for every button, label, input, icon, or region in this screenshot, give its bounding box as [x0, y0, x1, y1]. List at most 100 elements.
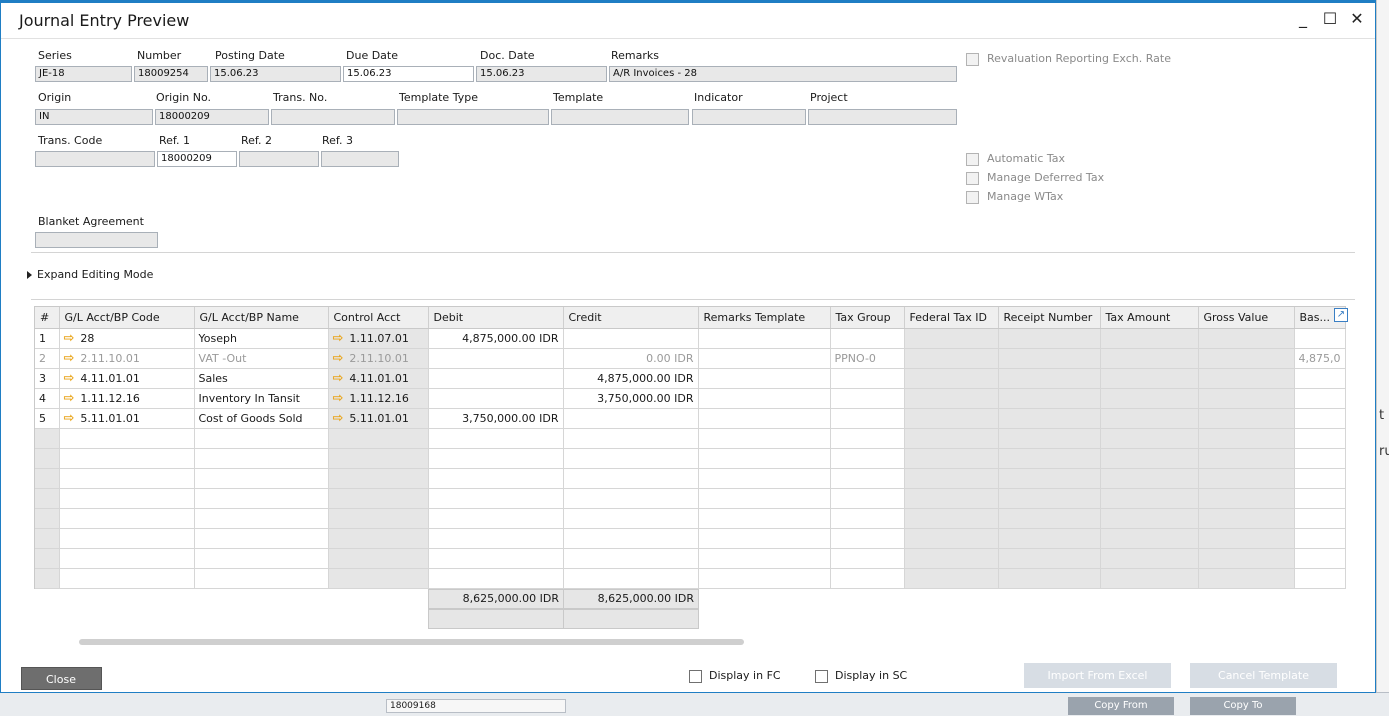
- empty-grid-cell[interactable]: [194, 528, 329, 549]
- remarks-field[interactable]: A/R Invoices - 28: [609, 66, 957, 82]
- origin-no-field[interactable]: 18000209: [155, 109, 269, 125]
- empty-grid-cell[interactable]: [59, 568, 195, 589]
- empty-grid-cell[interactable]: [904, 508, 999, 529]
- empty-grid-cell[interactable]: [563, 548, 699, 569]
- account-name-cell[interactable]: Cost of Goods Sold: [194, 408, 329, 429]
- table-row[interactable]: [35, 548, 1346, 569]
- manage-wtax-checkbox[interactable]: [966, 191, 979, 204]
- empty-grid-cell[interactable]: [563, 568, 699, 589]
- empty-grid-cell[interactable]: [328, 548, 429, 569]
- empty-grid-cell[interactable]: [428, 468, 564, 489]
- grid-cell[interactable]: [1100, 348, 1199, 369]
- tax-group-cell[interactable]: [830, 328, 905, 349]
- empty-grid-cell[interactable]: [563, 468, 699, 489]
- empty-grid-cell[interactable]: [698, 508, 831, 529]
- column-header-receipt-number[interactable]: Receipt Number: [998, 307, 1101, 329]
- empty-grid-cell[interactable]: [328, 468, 429, 489]
- base-cell[interactable]: [1294, 328, 1346, 349]
- link-arrow-icon[interactable]: ⇨: [333, 391, 344, 406]
- empty-grid-cell[interactable]: [1294, 508, 1346, 529]
- table-row[interactable]: 5 ⇨ 5.11.01.01 Cost of Goods Sold ⇨ 5.11.01.0…: [35, 408, 1346, 429]
- grid-cell[interactable]: [1100, 368, 1199, 389]
- manage-deferred-tax-checkbox[interactable]: [966, 172, 979, 185]
- grid-cell[interactable]: [998, 328, 1101, 349]
- empty-grid-cell[interactable]: [194, 488, 329, 509]
- grid-cell[interactable]: [904, 388, 999, 409]
- empty-grid-cell[interactable]: [35, 448, 60, 469]
- account-code-cell[interactable]: ⇨ 4.11.01.01: [59, 368, 195, 389]
- control-account-cell[interactable]: ⇨ 2.11.10.01: [328, 348, 429, 369]
- trans-no-field[interactable]: [271, 109, 395, 125]
- trans-code-field[interactable]: [35, 151, 155, 167]
- table-row[interactable]: [35, 508, 1346, 529]
- column-header-account-code[interactable]: G/L Acct/BP Code: [59, 307, 195, 329]
- empty-grid-cell[interactable]: [1198, 428, 1295, 449]
- ref1-field[interactable]: 18000209: [157, 151, 237, 167]
- empty-grid-cell[interactable]: [35, 468, 60, 489]
- grid-cell[interactable]: [1100, 328, 1199, 349]
- empty-grid-cell[interactable]: [194, 448, 329, 469]
- empty-grid-cell[interactable]: [1100, 528, 1199, 549]
- empty-grid-cell[interactable]: [59, 548, 195, 569]
- credit-cell[interactable]: 0.00 IDR: [563, 348, 699, 369]
- empty-grid-cell[interactable]: [328, 428, 429, 449]
- base-cell[interactable]: 4,875,0: [1294, 348, 1346, 369]
- empty-grid-cell[interactable]: [904, 448, 999, 469]
- ref2-field[interactable]: [239, 151, 319, 167]
- empty-grid-cell[interactable]: [1198, 448, 1295, 469]
- empty-grid-cell[interactable]: [998, 468, 1101, 489]
- column-header-tax-group[interactable]: Tax Group: [830, 307, 905, 329]
- table-row[interactable]: [35, 468, 1346, 489]
- table-row[interactable]: 3 ⇨ 4.11.01.01 Sales ⇨ 4.11.01.01 4,875,000.00…: [35, 368, 1346, 389]
- empty-grid-cell[interactable]: [428, 488, 564, 509]
- grid-cell[interactable]: [904, 368, 999, 389]
- account-code-cell[interactable]: ⇨ 1.11.12.16: [59, 388, 195, 409]
- grid-cell[interactable]: [904, 328, 999, 349]
- grid-cell[interactable]: [698, 328, 831, 349]
- empty-grid-cell[interactable]: [698, 448, 831, 469]
- grid-cell[interactable]: [998, 348, 1101, 369]
- column-header-number[interactable]: #: [35, 307, 60, 329]
- empty-grid-cell[interactable]: [830, 528, 905, 549]
- empty-grid-cell[interactable]: [830, 468, 905, 489]
- grid-cell[interactable]: [1198, 328, 1295, 349]
- indicator-field[interactable]: [692, 109, 806, 125]
- table-row[interactable]: 1 ⇨ 28 Yoseph ⇨ 1.11.07.01 4,875,000.00 IDR: [35, 328, 1346, 349]
- column-header-remarks-template[interactable]: Remarks Template: [698, 307, 831, 329]
- tax-group-cell[interactable]: [830, 368, 905, 389]
- project-field[interactable]: [808, 109, 957, 125]
- empty-grid-cell[interactable]: [1100, 428, 1199, 449]
- empty-grid-cell[interactable]: [35, 528, 60, 549]
- empty-grid-cell[interactable]: [563, 428, 699, 449]
- table-row[interactable]: [35, 568, 1346, 589]
- empty-grid-cell[interactable]: [59, 488, 195, 509]
- display-in-fc-checkbox[interactable]: [689, 670, 702, 683]
- revaluation-checkbox[interactable]: [966, 53, 979, 66]
- column-header-federal-tax-id[interactable]: Federal Tax ID: [904, 307, 999, 329]
- empty-grid-cell[interactable]: [59, 468, 195, 489]
- empty-grid-cell[interactable]: [1294, 428, 1346, 449]
- empty-grid-cell[interactable]: [328, 568, 429, 589]
- doc-date-field[interactable]: 15.06.23: [476, 66, 607, 82]
- empty-grid-cell[interactable]: [428, 548, 564, 569]
- empty-grid-cell[interactable]: [563, 508, 699, 529]
- tax-group-cell[interactable]: [830, 388, 905, 409]
- column-header-credit[interactable]: Credit: [563, 307, 699, 329]
- table-row[interactable]: [35, 448, 1346, 469]
- grid-cell[interactable]: [1198, 408, 1295, 429]
- template-type-field[interactable]: [397, 109, 549, 125]
- control-account-cell[interactable]: ⇨ 1.11.07.01: [328, 328, 429, 349]
- link-arrow-icon[interactable]: ⇨: [64, 391, 75, 406]
- display-in-sc-checkbox[interactable]: [815, 670, 828, 683]
- maximize-icon[interactable]: ☐: [1321, 9, 1339, 28]
- empty-grid-cell[interactable]: [1198, 488, 1295, 509]
- grid-cell[interactable]: [998, 388, 1101, 409]
- grid-cell[interactable]: [998, 368, 1101, 389]
- empty-grid-cell[interactable]: [35, 428, 60, 449]
- empty-grid-cell[interactable]: [428, 528, 564, 549]
- tax-group-cell[interactable]: PPNO-0: [830, 348, 905, 369]
- credit-cell[interactable]: [563, 328, 699, 349]
- grid-cell[interactable]: [698, 368, 831, 389]
- empty-grid-cell[interactable]: [563, 528, 699, 549]
- empty-grid-cell[interactable]: [563, 488, 699, 509]
